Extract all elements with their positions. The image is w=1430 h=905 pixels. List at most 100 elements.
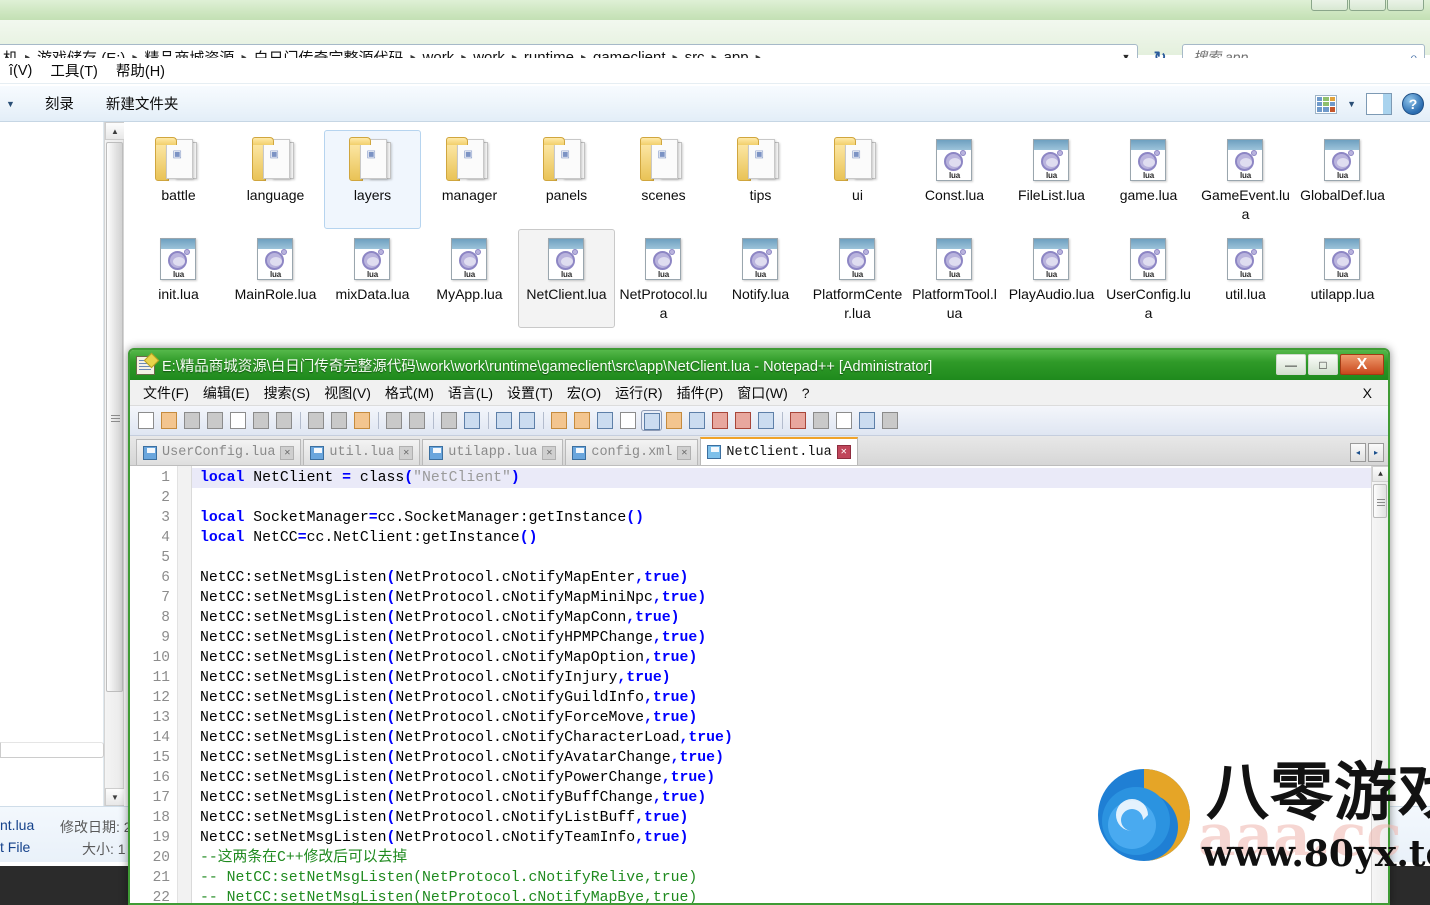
editor-scrollbar-thumb[interactable]: [1373, 484, 1387, 518]
code-line[interactable]: local NetCC=cc.NetClient:getInstance(): [192, 528, 1371, 548]
sync-vertical-icon[interactable]: [549, 410, 570, 431]
document-tab-config.xml[interactable]: config.xml ✕: [565, 439, 699, 465]
tab-close-icon[interactable]: ✕: [836, 445, 851, 459]
editor-scroll-up-icon[interactable]: ▲: [1372, 466, 1388, 482]
code-line[interactable]: NetCC:setNetMsgListen(NetProtocol.cNotif…: [192, 688, 1371, 708]
replace-icon[interactable]: [462, 410, 483, 431]
monitoring-icon[interactable]: [756, 410, 777, 431]
explorer-menu-item-2[interactable]: 帮助(H): [107, 60, 174, 81]
sync-horizontal-icon[interactable]: [572, 410, 593, 431]
document-tab-utilapp.lua[interactable]: utilapp.lua ✕: [422, 439, 564, 465]
file-item-PlatformTool.lua[interactable]: lua PlatformTool.lua: [906, 229, 1003, 328]
code-line[interactable]: [192, 548, 1371, 568]
folder-item-manager[interactable]: ▣ manager: [421, 130, 518, 229]
show-all-chars-icon[interactable]: [618, 410, 639, 431]
folder-item-ui[interactable]: ▣ ui: [809, 130, 906, 229]
folder-item-panels[interactable]: ▣ panels: [518, 130, 615, 229]
open-file-icon[interactable]: [159, 410, 180, 431]
notepad-menu-5[interactable]: 语言(L): [441, 381, 500, 405]
code-line[interactable]: local SocketManager=cc.SocketManager:get…: [192, 508, 1371, 528]
explorer-vertical-scrollbar[interactable]: ▲ ▼: [104, 122, 125, 806]
explorer-minimize-button[interactable]: [1311, 0, 1348, 11]
explorer-menu-item-1[interactable]: 工具(T): [41, 60, 107, 81]
explorer-maximize-button[interactable]: [1349, 0, 1386, 11]
zoom-out-icon[interactable]: [517, 410, 538, 431]
tab-close-icon[interactable]: ✕: [399, 445, 414, 460]
help-icon[interactable]: ?: [1402, 93, 1424, 115]
file-item-PlayAudio.lua[interactable]: lua PlayAudio.lua: [1003, 229, 1100, 328]
document-tab-util.lua[interactable]: util.lua ✕: [303, 439, 421, 465]
notepad-menu-10[interactable]: 窗口(W): [730, 381, 795, 405]
organize-caret-icon[interactable]: ▼: [0, 99, 29, 109]
file-item-UserConfig.lua[interactable]: lua UserConfig.lua: [1100, 229, 1197, 328]
code-folding-column[interactable]: [178, 466, 192, 903]
file-item-PlatformCenter.lua[interactable]: lua PlatformCenter.lua: [809, 229, 906, 328]
file-item-Notify.lua[interactable]: lua Notify.lua: [712, 229, 809, 328]
file-item-MainRole.lua[interactable]: lua MainRole.lua: [227, 229, 324, 328]
notepad-close-button[interactable]: X: [1340, 354, 1384, 375]
folder-item-battle[interactable]: ▣ battle: [130, 130, 227, 229]
code-line[interactable]: local NetClient = class("NetClient"): [192, 468, 1371, 488]
notepad-menu-1[interactable]: 编辑(E): [196, 381, 257, 405]
folder-item-language[interactable]: ▣ language: [227, 130, 324, 229]
notepad-menu-bar[interactable]: 文件(F) 编辑(E) 搜索(S) 视图(V) 格式(M) 语言(L) 设置(T) 宏(O) 运…: [130, 380, 1388, 406]
tab-close-icon[interactable]: ✕: [677, 445, 692, 460]
function-list-icon[interactable]: [710, 410, 731, 431]
user-language-icon[interactable]: [664, 410, 685, 431]
new-file-icon[interactable]: [136, 410, 157, 431]
command-items[interactable]: 刻录 新建文件夹: [29, 93, 195, 114]
close-document-icon[interactable]: X: [1363, 385, 1372, 401]
cut-icon[interactable]: [306, 410, 327, 431]
tab-scroll-buttons[interactable]: ◂ ▸: [1350, 443, 1384, 462]
notepad-maximize-button[interactable]: □: [1308, 354, 1338, 375]
explorer-menu-bar[interactable]: î(V) 工具(T) 帮助(H): [0, 58, 1430, 84]
document-tab-UserConfig.lua[interactable]: UserConfig.lua ✕: [136, 439, 302, 465]
notepad-menu-11[interactable]: ?: [795, 383, 817, 403]
code-line[interactable]: [192, 488, 1371, 508]
command-button-0[interactable]: 刻录: [29, 93, 90, 114]
code-line[interactable]: NetCC:setNetMsgListen(NetProtocol.cNotif…: [192, 588, 1371, 608]
undo-icon[interactable]: [384, 410, 405, 431]
file-item-game.lua[interactable]: lua game.lua: [1100, 130, 1197, 229]
document-tab-NetClient.lua[interactable]: NetClient.lua ✕: [700, 437, 858, 465]
print-icon[interactable]: [274, 410, 295, 431]
zoom-in-icon[interactable]: [494, 410, 515, 431]
notepad-minimize-button[interactable]: —: [1276, 354, 1306, 375]
tab-close-icon[interactable]: ✕: [542, 445, 557, 460]
scroll-up-icon[interactable]: ▲: [105, 122, 125, 140]
notepad-menu-3[interactable]: 视图(V): [317, 381, 378, 405]
file-item-MyApp.lua[interactable]: lua MyApp.lua: [421, 229, 518, 328]
copy-icon[interactable]: [329, 410, 350, 431]
code-line[interactable]: NetCC:setNetMsgListen(NetProtocol.cNotif…: [192, 628, 1371, 648]
file-item-NetProtocol.lua[interactable]: lua NetProtocol.lua: [615, 229, 712, 328]
stop-macro-icon[interactable]: [811, 410, 832, 431]
folder-item-tips[interactable]: ▣ tips: [712, 130, 809, 229]
paste-icon[interactable]: [352, 410, 373, 431]
playback-macro-icon[interactable]: [834, 410, 855, 431]
tab-scroll-left-icon[interactable]: ◂: [1350, 443, 1366, 462]
save-icon[interactable]: [182, 410, 203, 431]
file-item-util.lua[interactable]: lua util.lua: [1197, 229, 1294, 328]
notepad-menu-6[interactable]: 设置(T): [500, 381, 560, 405]
file-item-GlobalDef.lua[interactable]: lua GlobalDef.lua: [1294, 130, 1391, 229]
notepad-menu-8[interactable]: 运行(R): [608, 381, 669, 405]
code-line[interactable]: NetCC:setNetMsgListen(NetProtocol.cNotif…: [192, 648, 1371, 668]
save-macro-icon[interactable]: [880, 410, 901, 431]
scroll-down-icon[interactable]: ▼: [105, 788, 125, 806]
show-document-map-icon[interactable]: [687, 410, 708, 431]
file-item-GameEvent.lua[interactable]: lua GameEvent.lua: [1197, 130, 1294, 229]
file-item-Const.lua[interactable]: lua Const.lua: [906, 130, 1003, 229]
folder-item-layers[interactable]: ▣ layers: [324, 130, 421, 229]
file-item-utilapp.lua[interactable]: lua utilapp.lua: [1294, 229, 1391, 328]
file-item-init.lua[interactable]: lua init.lua: [130, 229, 227, 328]
file-item-mixData.lua[interactable]: lua mixData.lua: [324, 229, 421, 328]
file-item-NetClient.lua[interactable]: lua NetClient.lua: [518, 229, 615, 328]
notepad-menu-7[interactable]: 宏(O): [560, 381, 608, 405]
code-line[interactable]: NetCC:setNetMsgListen(NetProtocol.cNotif…: [192, 608, 1371, 628]
notepad-toolbar[interactable]: [130, 406, 1388, 436]
explorer-menu-item-0[interactable]: î(V): [0, 63, 41, 79]
find-icon[interactable]: [439, 410, 460, 431]
chevron-down-icon[interactable]: ▼: [1347, 99, 1356, 109]
command-button-1[interactable]: 新建文件夹: [90, 93, 195, 114]
save-all-icon[interactable]: [205, 410, 226, 431]
